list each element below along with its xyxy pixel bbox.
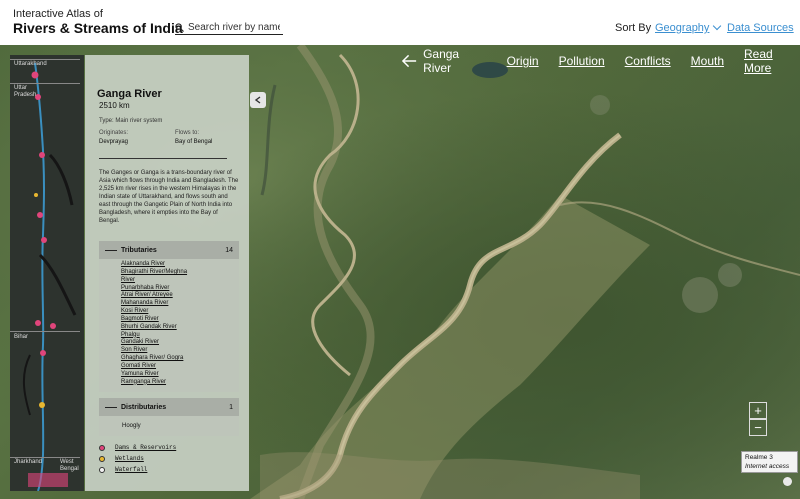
data-sources-link[interactable]: Data Sources xyxy=(727,22,794,34)
collapse-dash-icon xyxy=(105,406,117,408)
tributaries-accordion-header[interactable]: Tributaries 14 xyxy=(99,241,239,259)
tributary-link[interactable]: River xyxy=(121,277,231,285)
distributaries-list-body xyxy=(99,416,239,436)
region-label-uttar-pradesh: Uttar Pradesh xyxy=(14,85,37,98)
zoom-in-button[interactable]: + xyxy=(749,402,767,419)
distributaries-label: Distributaries xyxy=(121,403,167,411)
originates-label: Originates: xyxy=(99,130,129,136)
tributary-link[interactable]: Phalgu xyxy=(121,332,231,340)
waterfall-marker-icon xyxy=(99,466,105,473)
collapse-dash-icon xyxy=(105,249,117,251)
nav-link-conflicts[interactable]: Conflicts xyxy=(625,54,671,68)
distributary-item: Hoogly xyxy=(122,423,141,429)
legend-label[interactable]: Dams & Reservoirs xyxy=(115,444,176,451)
tributary-link[interactable]: Ramganga River xyxy=(121,379,231,387)
river-length: 2510 km xyxy=(99,101,130,110)
tributary-link[interactable]: Son River xyxy=(121,347,231,355)
wetland-marker-icon xyxy=(99,455,105,462)
region-divider xyxy=(10,331,80,332)
originates-value: Devprayag xyxy=(99,139,129,145)
tributary-link[interactable]: Ghaghara River/ Gogra xyxy=(121,355,231,363)
sort-value[interactable]: Geography xyxy=(655,22,709,34)
tributary-link[interactable]: Kosi River xyxy=(121,308,231,316)
tributary-link[interactable]: Gomati River xyxy=(121,363,231,371)
distributaries-count: 1 xyxy=(229,403,233,411)
sort-label: Sort By xyxy=(615,22,652,34)
region-divider xyxy=(10,83,80,84)
back-arrow-icon[interactable] xyxy=(402,54,417,68)
tributary-link[interactable]: Yamuna River xyxy=(121,371,231,379)
tributaries-list: Alaknanda River Bhagirathi River/Meghna … xyxy=(121,261,231,387)
region-label-jharkhand: Jharkhand xyxy=(14,459,43,465)
region-divider xyxy=(10,457,80,458)
brand-subtitle: Interactive Atlas of xyxy=(13,8,103,20)
tributary-link[interactable]: Bhagirathi River/Meghna xyxy=(121,269,231,277)
current-river-name: Ganga River xyxy=(423,47,460,75)
tributary-link[interactable]: Alaknanda River xyxy=(121,261,231,269)
network-tooltip: Realme 3 Internet access xyxy=(741,451,798,473)
flows-to-label: Flows to: xyxy=(175,130,200,136)
river-description: The Ganges or Ganga is a trans-boundary … xyxy=(99,170,239,224)
tributary-link[interactable]: Atrai River/ Atreyee xyxy=(121,292,231,300)
nav-link-origin[interactable]: Origin xyxy=(507,54,539,68)
river-course-map xyxy=(10,55,84,491)
tributaries-label: Tributaries xyxy=(121,246,157,254)
river-info-panel: Ganga River 2510 km Type: Main river sys… xyxy=(85,55,249,491)
search-icon xyxy=(175,23,184,32)
tributary-link[interactable]: Punarbhaba River xyxy=(121,285,231,293)
chevron-down-icon xyxy=(713,21,722,31)
tributary-link[interactable]: Bhurhi Gandak River xyxy=(121,324,231,332)
region-divider xyxy=(10,59,80,60)
region-label-uttarakhand: Uttarakhand xyxy=(14,61,47,67)
dam-marker-icon xyxy=(99,444,105,451)
legend-item-waterfall[interactable]: Waterfall xyxy=(99,466,147,473)
legend-label[interactable]: Waterfall xyxy=(115,466,147,473)
tributary-link[interactable]: Mahananda River xyxy=(121,300,231,308)
legend-label[interactable]: Wetlands xyxy=(115,455,144,462)
nav-link-pollution[interactable]: Pollution xyxy=(559,54,605,68)
brand-title[interactable]: Rivers & Streams of India xyxy=(13,20,183,36)
chevron-left-icon xyxy=(254,96,261,104)
flows-to-value: Bay of Bengal xyxy=(175,139,213,145)
river-section-nav: Ganga River Origin Pollution Conflicts M… xyxy=(402,47,800,75)
tributaries-count: 14 xyxy=(225,246,233,254)
region-label-bihar: Bihar xyxy=(14,334,29,340)
zoom-controls: + − xyxy=(749,402,767,436)
zoom-out-button[interactable]: − xyxy=(749,419,767,436)
tributary-link[interactable]: Bagmoti River xyxy=(121,316,231,324)
app-header: Interactive Atlas of Rivers & Streams of… xyxy=(0,0,800,45)
divider xyxy=(99,158,227,159)
legend-item-wetlands[interactable]: Wetlands xyxy=(99,455,144,462)
search-box[interactable] xyxy=(175,21,283,35)
status-dot-icon xyxy=(783,477,792,486)
tooltip-line1: Realme 3 xyxy=(745,454,773,461)
tooltip-line2: Internet access xyxy=(745,463,790,470)
tributary-link[interactable]: Gandaki River xyxy=(121,339,231,347)
sort-dropdown[interactable]: Geography xyxy=(655,21,722,34)
legend-item-dams[interactable]: Dams & Reservoirs xyxy=(99,444,176,451)
river-type: Type: Main river system xyxy=(99,118,163,124)
region-label-west-bengal: West Bengal xyxy=(60,459,79,472)
nav-link-mouth[interactable]: Mouth xyxy=(691,54,724,68)
search-input[interactable] xyxy=(188,22,280,33)
distributaries-accordion-header[interactable]: Distributaries 1 xyxy=(99,398,239,416)
collapse-panel-button[interactable] xyxy=(250,92,266,108)
river-course-strip[interactable]: Uttarakhand Uttar Pradesh Bihar Jharkhan… xyxy=(10,55,84,491)
nav-link-read-more[interactable]: Read More xyxy=(744,47,800,75)
river-title: Ganga River xyxy=(97,88,162,100)
